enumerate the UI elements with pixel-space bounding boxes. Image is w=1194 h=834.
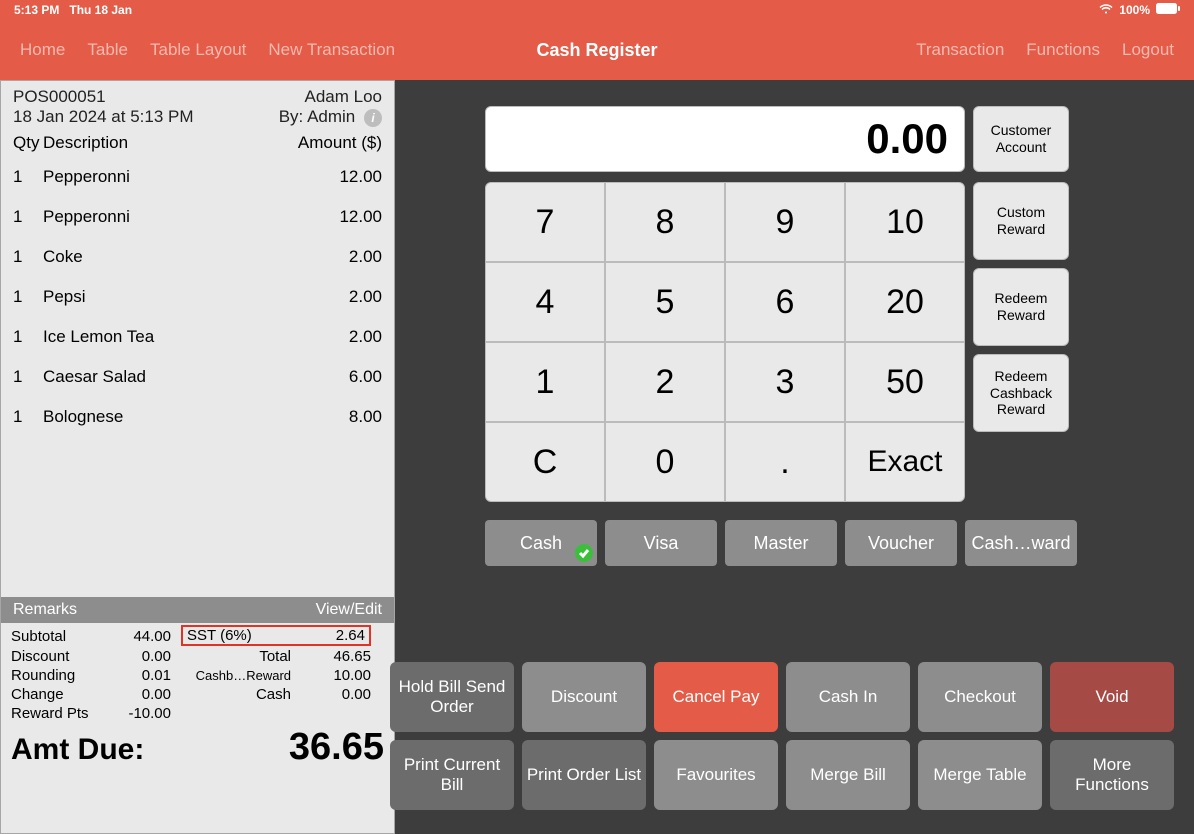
remarks-view-edit[interactable]: View/Edit	[316, 601, 382, 619]
action-print-order-list[interactable]: Print Order List	[522, 740, 646, 810]
payment-methods: CashVisaMasterVoucherCash…ward	[485, 520, 1077, 566]
pay-voucher[interactable]: Voucher	[845, 520, 957, 566]
check-icon	[575, 544, 593, 562]
action-cash-in[interactable]: Cash In	[786, 662, 910, 732]
key-2[interactable]: 2	[606, 343, 724, 421]
key-7[interactable]: 7	[486, 183, 604, 261]
custom-reward-button[interactable]: Custom Reward	[973, 182, 1069, 260]
key-exact[interactable]: Exact	[846, 423, 964, 501]
action-void[interactable]: Void	[1050, 662, 1174, 732]
amount-due: Amt Due: 36.65	[1, 722, 394, 775]
action-more-functions[interactable]: More Functions	[1050, 740, 1174, 810]
nav-home[interactable]: Home	[20, 40, 65, 60]
receipt-panel: POS000051 Adam Loo 18 Jan 2024 at 5:13 P…	[0, 80, 395, 834]
key-8[interactable]: 8	[606, 183, 724, 261]
pay-cash[interactable]: Cash	[485, 520, 597, 566]
sst-highlight: SST (6%) 2.64	[181, 625, 371, 646]
key-3[interactable]: 3	[726, 343, 844, 421]
action-checkout[interactable]: Checkout	[918, 662, 1042, 732]
page-title: Cash Register	[536, 40, 657, 61]
totals-grid: Subtotal 44.00 SST (6%) 2.64 Discount 0.…	[1, 623, 394, 722]
key-c[interactable]: C	[486, 423, 604, 501]
key-.[interactable]: .	[726, 423, 844, 501]
action-hold-bill-send-order[interactable]: Hold Bill Send Order	[390, 662, 514, 732]
receipt-item[interactable]: 1Pepsi2.00	[1, 277, 394, 317]
wifi-icon	[1099, 3, 1113, 17]
pay-master[interactable]: Master	[725, 520, 837, 566]
key-1[interactable]: 1	[486, 343, 604, 421]
info-icon[interactable]: i	[364, 109, 382, 127]
nav-logout[interactable]: Logout	[1122, 40, 1174, 60]
action-grid: Hold Bill Send OrderDiscountCancel PayCa…	[395, 662, 1174, 810]
nav-table[interactable]: Table	[87, 40, 128, 60]
key-10[interactable]: 10	[846, 183, 964, 261]
redeem-reward-button[interactable]: Redeem Reward	[973, 268, 1069, 346]
nav-functions[interactable]: Functions	[1026, 40, 1100, 60]
receipt-customer: Adam Loo	[305, 87, 383, 107]
action-merge-table[interactable]: Merge Table	[918, 740, 1042, 810]
key-50[interactable]: 50	[846, 343, 964, 421]
action-merge-bill[interactable]: Merge Bill	[786, 740, 910, 810]
key-0[interactable]: 0	[606, 423, 724, 501]
nav-left: Home Table Table Layout New Transaction	[20, 40, 395, 60]
battery-icon	[1156, 3, 1180, 17]
remarks-bar[interactable]: Remarks View/Edit	[1, 597, 394, 623]
receipt-items: 1Pepperonni12.001Pepperonni12.001Coke2.0…	[1, 157, 394, 597]
key-5[interactable]: 5	[606, 263, 724, 341]
action-discount[interactable]: Discount	[522, 662, 646, 732]
receipt-item[interactable]: 1Ice Lemon Tea2.00	[1, 317, 394, 357]
action-cancel-pay[interactable]: Cancel Pay	[654, 662, 778, 732]
nav-table-layout[interactable]: Table Layout	[150, 40, 246, 60]
receipt-pos-id: POS000051	[13, 87, 106, 107]
action-favourites[interactable]: Favourites	[654, 740, 778, 810]
status-date: Thu 18 Jan	[69, 3, 132, 17]
numeric-keypad: 78910 45620 12350 C0.Exact	[485, 182, 965, 502]
nav-new-transaction[interactable]: New Transaction	[268, 40, 395, 60]
redeem-cashback-reward-button[interactable]: Redeem Cashback Reward	[973, 354, 1069, 432]
receipt-by: By: Admin i	[279, 107, 382, 127]
key-4[interactable]: 4	[486, 263, 604, 341]
status-time: 5:13 PM	[14, 3, 59, 17]
action-print-current-bill[interactable]: Print Current Bill	[390, 740, 514, 810]
key-6[interactable]: 6	[726, 263, 844, 341]
receipt-item[interactable]: 1Bolognese8.00	[1, 397, 394, 437]
receipt-item[interactable]: 1Pepperonni12.00	[1, 197, 394, 237]
receipt-item[interactable]: 1Pepperonni12.00	[1, 157, 394, 197]
receipt-datetime: 18 Jan 2024 at 5:13 PM	[13, 107, 194, 127]
amount-display: 0.00	[485, 106, 965, 172]
pay-visa[interactable]: Visa	[605, 520, 717, 566]
receipt-item[interactable]: 1Coke2.00	[1, 237, 394, 277]
status-bar: 5:13 PM Thu 18 Jan 100%	[0, 0, 1194, 20]
pay-cash-ward[interactable]: Cash…ward	[965, 520, 1077, 566]
customer-account-button[interactable]: Customer Account	[973, 106, 1069, 172]
nav-transaction[interactable]: Transaction	[916, 40, 1004, 60]
nav-right: Transaction Functions Logout	[916, 40, 1174, 60]
receipt-columns: Qty Description Amount ($)	[1, 129, 394, 157]
app-header: Home Table Table Layout New Transaction …	[0, 20, 1194, 80]
key-9[interactable]: 9	[726, 183, 844, 261]
status-battery-pct: 100%	[1119, 3, 1150, 17]
key-20[interactable]: 20	[846, 263, 964, 341]
receipt-item[interactable]: 1Caesar Salad6.00	[1, 357, 394, 397]
